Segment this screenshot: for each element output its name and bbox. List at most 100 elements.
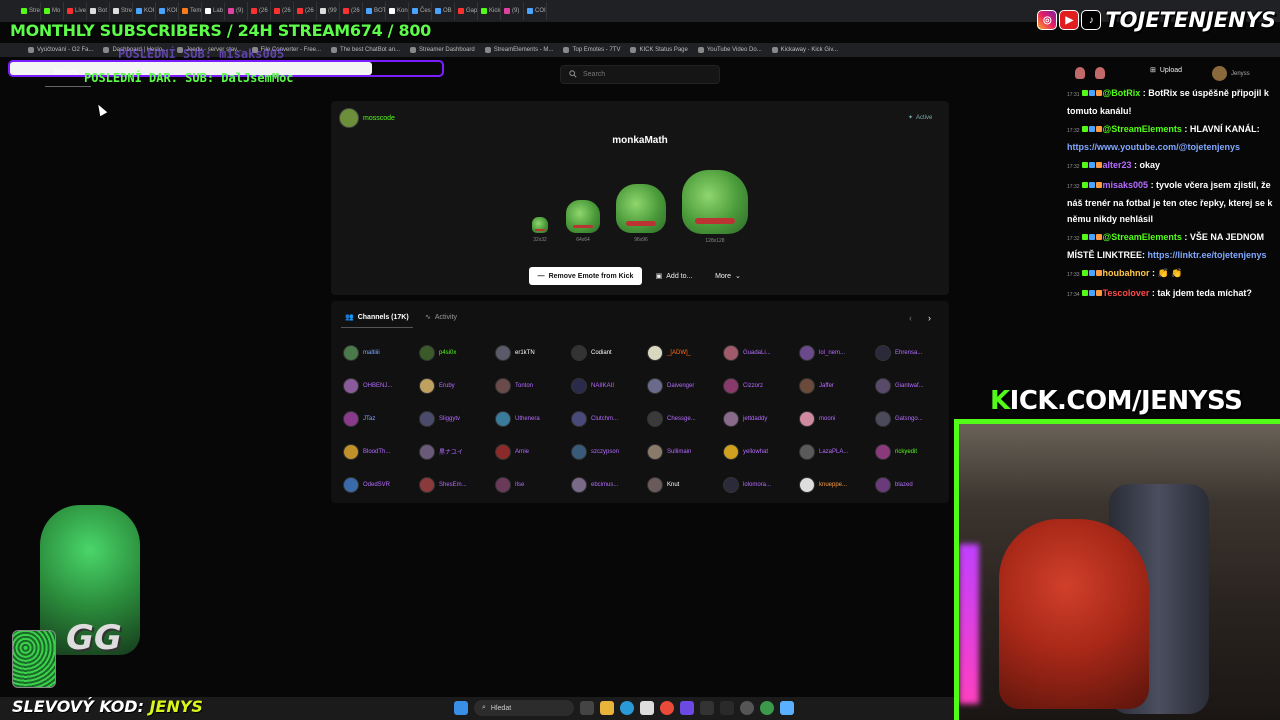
app-icon[interactable]: [700, 701, 714, 715]
browser-tab[interactable]: KOI: [156, 2, 179, 20]
channel-item[interactable]: blazed: [875, 476, 951, 493]
channel-item[interactable]: NAIIKAII: [571, 377, 647, 394]
browser-tab[interactable]: (26: [294, 2, 317, 20]
tab-emotes[interactable]: Emotes: [54, 69, 78, 76]
channel-item[interactable]: Sullimain: [647, 443, 723, 460]
channel-item[interactable]: Clutchm...: [571, 410, 647, 427]
browser-tab[interactable]: OB: [432, 2, 455, 20]
browser-tab[interactable]: (9): [225, 2, 248, 20]
browser-tab[interactable]: Mo: [41, 2, 64, 20]
channel-item[interactable]: JTaz: [343, 410, 419, 427]
channel-item[interactable]: BloodTh...: [343, 443, 419, 460]
channel-item[interactable]: ShesEm...: [419, 476, 495, 493]
channel-item[interactable]: rickyedit: [875, 443, 951, 460]
bookmark-item[interactable]: The best ChatBot an...: [331, 47, 400, 53]
channel-item[interactable]: OHBENJ...: [343, 377, 419, 394]
browser-tab[interactable]: Čes: [409, 2, 432, 20]
channel-item[interactable]: knueppe...: [799, 476, 875, 493]
bookmark-item[interactable]: Streamer Dashboard: [410, 47, 475, 53]
channel-item[interactable]: OdedSVR: [343, 476, 419, 493]
browser-tab[interactable]: Live: [64, 2, 87, 20]
bookmark-item[interactable]: StreamElements - M...: [484, 47, 553, 53]
channel-item[interactable]: Sliggytv: [419, 410, 495, 427]
channel-item[interactable]: Daivenger: [647, 377, 723, 394]
browser-tab[interactable]: (26: [248, 2, 271, 20]
channel-item[interactable]: jettdaddy: [723, 410, 799, 427]
more-button[interactable]: More ⌄: [706, 267, 750, 285]
remove-emote-button[interactable]: — Remove Emote from Kick: [529, 267, 642, 285]
task-view-icon[interactable]: [580, 701, 594, 715]
chat-link[interactable]: https://linktr.ee/tojetenjenys: [1148, 250, 1267, 260]
chrome-icon[interactable]: [660, 701, 674, 715]
chat-username[interactable]: @StreamElements: [1103, 124, 1182, 134]
channel-item[interactable]: Arnie: [495, 443, 571, 460]
browser-tab[interactable]: Tem: [179, 2, 202, 20]
browser-tab[interactable]: (9): [501, 2, 524, 20]
windows-start-icon[interactable]: [454, 701, 468, 715]
channel-item[interactable]: Gatsngo...: [875, 410, 951, 427]
channel-item[interactable]: maltiiii: [343, 344, 419, 361]
edge-icon[interactable]: [620, 701, 634, 715]
channel-item[interactable]: ebcimus...: [571, 476, 647, 493]
file-explorer-icon[interactable]: [600, 701, 614, 715]
channel-item[interactable]: mooni: [799, 410, 875, 427]
bookmark-item[interactable]: YouTube Video Do...: [697, 47, 762, 53]
channel-item[interactable]: Eruby: [419, 377, 495, 394]
app-icon[interactable]: [680, 701, 694, 715]
store-icon[interactable]: [640, 701, 654, 715]
browser-tab[interactable]: (99: [317, 2, 340, 20]
user-menu[interactable]: Jenyss: [1212, 66, 1250, 81]
chat-username[interactable]: alter23: [1103, 160, 1132, 170]
bookmark-item[interactable]: Top Emotes - 7TV: [563, 47, 620, 53]
chat-username[interactable]: Tescolover: [1103, 288, 1150, 298]
channel-item[interactable]: Codiant: [571, 344, 647, 361]
chrome-icon[interactable]: [760, 701, 774, 715]
channel-item[interactable]: _[ADW]_: [647, 344, 723, 361]
channel-item[interactable]: Cizzorz: [723, 377, 799, 394]
browser-tab[interactable]: Kick: [478, 2, 501, 20]
chevron-left-icon[interactable]: ‹: [909, 313, 912, 323]
bookmark-item[interactable]: Vyúčtování - O2 Fa...: [28, 47, 93, 53]
search-input[interactable]: Search: [560, 65, 720, 84]
upload-button[interactable]: ⊞ Upload: [1150, 66, 1182, 75]
app-icon[interactable]: [720, 701, 734, 715]
browser-tab[interactable]: Lab: [202, 2, 225, 20]
channel-item[interactable]: Giantwaf...: [875, 377, 951, 394]
add-to-button[interactable]: ▣ Add to...: [647, 267, 701, 285]
channel-item[interactable]: szczypson: [571, 443, 647, 460]
channel-item[interactable]: lolomora...: [723, 476, 799, 493]
browser-tab[interactable]: Gap: [455, 2, 478, 20]
channel-item[interactable]: Uthenera: [495, 410, 571, 427]
chat-username[interactable]: @BotRix: [1103, 88, 1141, 98]
channel-item[interactable]: LazaPLA...: [799, 443, 875, 460]
chat-username[interactable]: houbahnor: [1103, 268, 1150, 278]
bookmark-item[interactable]: KICK Status Page: [630, 47, 688, 53]
chat-link[interactable]: https://www.youtube.com/@tojetenjenys: [1067, 142, 1240, 152]
emote-creator[interactable]: mosscode: [339, 108, 395, 128]
chevron-right-icon[interactable]: ›: [928, 313, 931, 323]
shield-icon[interactable]: [1095, 67, 1105, 79]
browser-tab[interactable]: BOT: [363, 2, 386, 20]
browser-tab[interactable]: Stre: [110, 2, 133, 20]
channel-item[interactable]: 黒ナユイ: [419, 443, 495, 460]
obs-icon[interactable]: [740, 701, 754, 715]
channel-item[interactable]: p4si0x: [419, 344, 495, 361]
browser-tab[interactable]: (26: [340, 2, 363, 20]
browser-tab[interactable]: Stre: [18, 2, 41, 20]
notepad-icon[interactable]: [780, 701, 794, 715]
channel-item[interactable]: yellowhat: [723, 443, 799, 460]
channel-item[interactable]: Ilse: [495, 476, 571, 493]
browser-tab[interactable]: (26: [271, 2, 294, 20]
channel-item[interactable]: Chessge...: [647, 410, 723, 427]
channel-item[interactable]: Tonton: [495, 377, 571, 394]
channel-item[interactable]: Jaffer: [799, 377, 875, 394]
chat-username[interactable]: @StreamElements: [1103, 232, 1182, 242]
browser-tab[interactable]: KOI: [133, 2, 156, 20]
browser-tab[interactable]: COI: [524, 2, 547, 20]
shield-icon[interactable]: [1075, 67, 1085, 79]
channel-item[interactable]: Knut: [647, 476, 723, 493]
browser-tab[interactable]: Kon: [386, 2, 409, 20]
tab-channels[interactable]: 👥 Channels (17K): [345, 313, 409, 322]
channel-item[interactable]: Ehrensa...: [875, 344, 951, 361]
channel-item[interactable]: GuadaLi...: [723, 344, 799, 361]
